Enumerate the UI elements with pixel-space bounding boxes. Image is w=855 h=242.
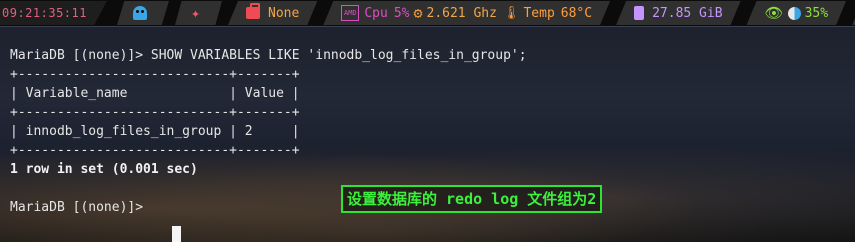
memory-icon (634, 6, 644, 20)
table-border-bottom: +---------------------------+-------+ (10, 143, 300, 158)
thermometer-icon: 🌡 (502, 5, 520, 21)
brightness-widget[interactable]: 👁 35% (747, 1, 847, 25)
memory-widget[interactable]: 27.85 GiB (616, 1, 740, 25)
status-bar: 09:21:35:11 ✦ None AMD Cpu 5% ⚙ 2.621 Gh… (0, 0, 855, 26)
table-border-top: +---------------------------+-------+ (10, 67, 300, 82)
eye-icon: 👁 (764, 4, 784, 22)
annotation-label: 设置数据库的 redo log 文件组为2 (341, 185, 603, 213)
sparkle-widget[interactable]: ✦ (174, 1, 223, 25)
sparkle-icon: ✦ (190, 4, 201, 22)
terminal-prompt[interactable]: MariaDB [(none)]> (10, 199, 151, 216)
cpu-label: Cpu (364, 5, 388, 21)
amd-chip-icon: AMD (341, 5, 359, 21)
network-label: None (268, 5, 300, 21)
moon-icon (788, 7, 801, 20)
brightness-value: 35% (804, 5, 829, 21)
table-border-mid: +---------------------------+-------+ (10, 105, 300, 120)
temp-label: Temp (523, 5, 555, 21)
ghost-icon (132, 6, 147, 20)
clock-text: 09:21:35:11 (2, 6, 87, 20)
cpu-percent: 5% (393, 5, 410, 21)
temp-value: 68°C (560, 5, 593, 21)
memory-value: 27.85 GiB (652, 5, 723, 21)
result-summary: 1 row in set (0.001 sec) (10, 162, 198, 177)
clock-widget: 09:21:35:11 (0, 1, 107, 25)
text-cursor (172, 226, 181, 242)
table-row: | innodb_log_files_in_group | 2 | (10, 124, 300, 139)
network-widget[interactable]: None (228, 1, 317, 25)
cpu-widget[interactable]: AMD Cpu 5% ⚙ 2.621 Ghz 🌡 Temp 68°C (323, 1, 610, 25)
terminal-command-line: MariaDB [(none)]> SHOW VARIABLES LIKE 'i… (10, 48, 527, 63)
table-header: | Variable_name | Value | (10, 86, 300, 101)
briefcase-icon (246, 7, 260, 19)
gear-icon: ⚙ (413, 4, 423, 22)
ghost-widget[interactable] (116, 1, 169, 25)
cpu-frequency: 2.621 Ghz (426, 5, 497, 21)
